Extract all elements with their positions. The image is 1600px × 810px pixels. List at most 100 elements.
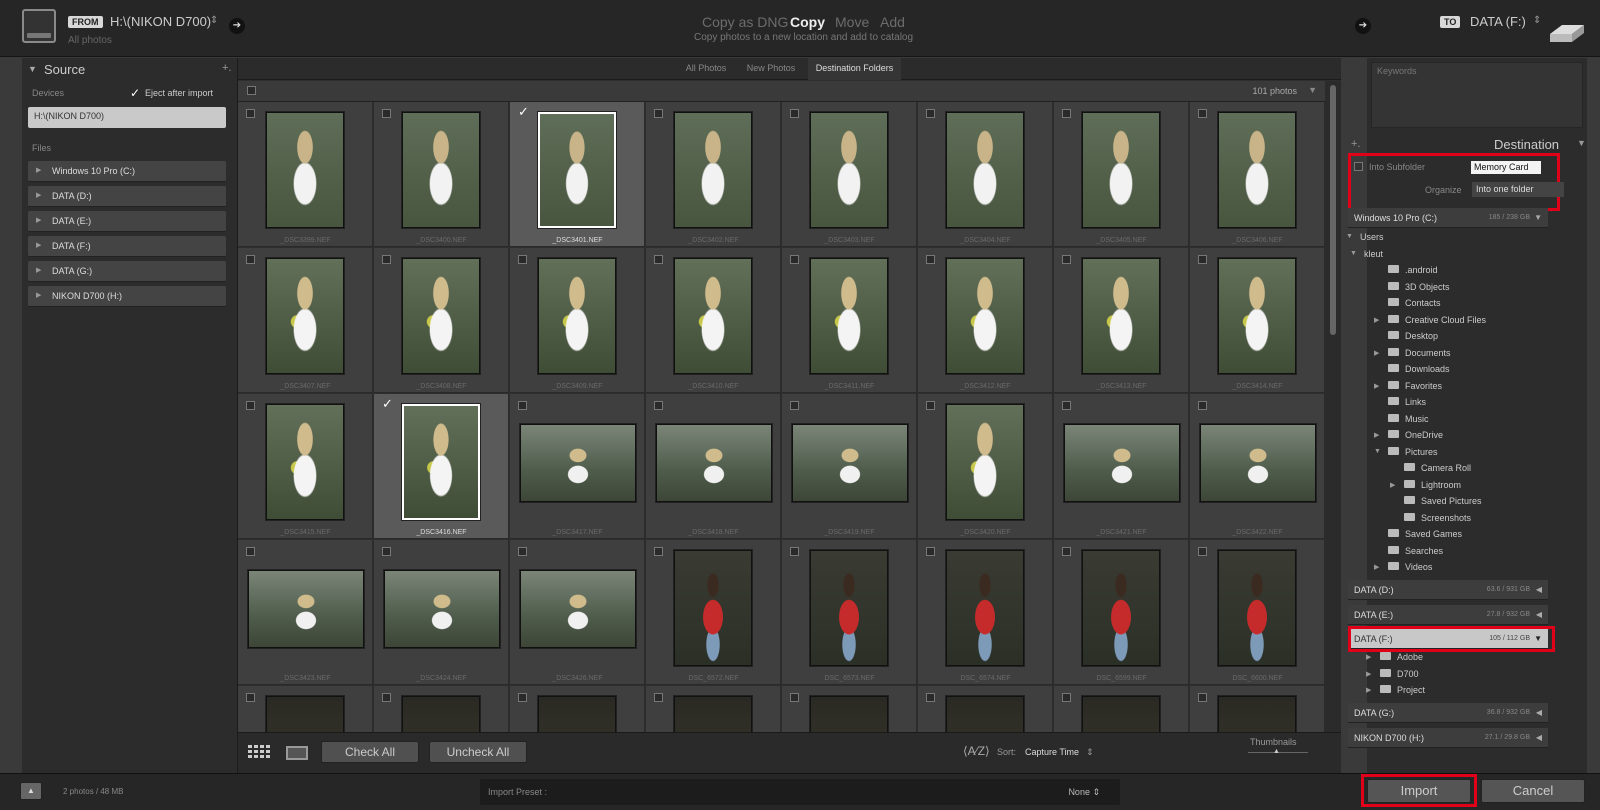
photo-checkbox[interactable]: [790, 693, 799, 702]
photo-thumbnail[interactable]: [656, 424, 772, 502]
cancel-button[interactable]: Cancel: [1481, 779, 1585, 803]
photo-cell[interactable]: _DSC3420.NEF: [918, 394, 1053, 539]
folder-tree-item[interactable]: Music: [1348, 413, 1548, 429]
photo-checkbox[interactable]: [518, 255, 527, 264]
photo-cell[interactable]: _DSC3415.NEF: [238, 394, 373, 539]
tab-destination-folders[interactable]: Destination Folders: [807, 58, 902, 80]
photo-checkbox[interactable]: [1062, 547, 1071, 556]
photo-thumbnail[interactable]: [402, 258, 480, 374]
photo-cell[interactable]: _DSC3419.NEF: [782, 394, 917, 539]
photo-thumbnail[interactable]: [402, 696, 480, 732]
photo-cell[interactable]: _DSC3418.NEF: [646, 394, 781, 539]
photo-cell[interactable]: _DSC3408.NEF: [374, 248, 509, 393]
photo-thumbnail[interactable]: [520, 570, 636, 648]
photo-cell[interactable]: _DSC3421.NEF: [1054, 394, 1189, 539]
photo-cell[interactable]: [510, 686, 645, 732]
photo-checkbox[interactable]: [382, 547, 391, 556]
photo-cell[interactable]: [918, 686, 1053, 732]
photo-thumbnail[interactable]: [946, 550, 1024, 666]
check-all-button[interactable]: Check All: [321, 741, 419, 763]
photo-checkbox-checked[interactable]: ✓: [518, 104, 529, 120]
slider-handle[interactable]: ▲: [1273, 748, 1280, 755]
folder-tree-item[interactable]: Contacts: [1348, 297, 1548, 313]
photo-checkbox[interactable]: [790, 255, 799, 264]
collapse-triangle-icon[interactable]: ◀: [1536, 585, 1542, 594]
photo-checkbox[interactable]: [926, 109, 935, 118]
photo-checkbox[interactable]: [654, 255, 663, 264]
mode-copy[interactable]: Copy: [790, 14, 825, 30]
photo-thumbnail[interactable]: [402, 112, 480, 228]
photo-cell[interactable]: _DSC3411.NEF: [782, 248, 917, 393]
photo-thumbnail[interactable]: [520, 424, 636, 502]
photo-checkbox[interactable]: [1062, 401, 1071, 410]
photo-cell[interactable]: [374, 686, 509, 732]
photo-checkbox[interactable]: [654, 547, 663, 556]
source-selector[interactable]: H:\(NIKON D700): [110, 14, 211, 29]
tree-triangle-icon[interactable]: ▶: [1374, 431, 1379, 439]
photo-cell[interactable]: _DSC3405.NEF: [1054, 102, 1189, 247]
mode-add[interactable]: Add: [880, 14, 905, 30]
photo-cell[interactable]: ✓ _DSC3416.NEF: [374, 394, 509, 539]
folder-tree-item[interactable]: ▼ Users: [1346, 231, 1548, 247]
photo-cell[interactable]: _DSC3414.NEF: [1190, 248, 1325, 393]
photo-checkbox[interactable]: [1198, 401, 1207, 410]
tree-triangle-icon[interactable]: ▶: [1366, 653, 1371, 661]
photo-thumbnail[interactable]: [402, 404, 480, 520]
photo-cell[interactable]: _DSC3399.NEF: [238, 102, 373, 247]
photo-checkbox[interactable]: [246, 401, 255, 410]
photo-thumbnail[interactable]: [1218, 112, 1296, 228]
photo-checkbox[interactable]: [246, 255, 255, 264]
add-destination-button[interactable]: +.: [1351, 138, 1360, 150]
folder-tree-item[interactable]: ▶ Lightroom: [1348, 479, 1548, 495]
photo-cell[interactable]: _DSC3422.NEF: [1190, 394, 1325, 539]
source-dropdown-icon[interactable]: ⇕: [210, 15, 218, 26]
folder-tree-item[interactable]: ▶ Videos: [1348, 561, 1548, 577]
keywords-box[interactable]: Keywords: [1371, 62, 1583, 128]
into-subfolder-checkbox[interactable]: [1354, 162, 1363, 171]
destination-dropdown-icon[interactable]: ⇕: [1533, 15, 1541, 26]
tree-triangle-icon[interactable]: ▶: [1374, 563, 1379, 571]
photo-cell[interactable]: _DSC3400.NEF: [374, 102, 509, 247]
photo-cell[interactable]: ✓ _DSC3401.NEF: [510, 102, 645, 247]
tab-all-photos[interactable]: All Photos: [678, 58, 735, 80]
source-drive-f[interactable]: DATA (F:): [28, 236, 226, 257]
grid-scrollbar[interactable]: [1325, 81, 1341, 732]
photo-thumbnail[interactable]: [674, 112, 752, 228]
collapse-triangle-icon[interactable]: ◀: [1536, 610, 1542, 619]
tree-triangle-icon[interactable]: ▼: [1346, 233, 1353, 240]
folder-tree-item[interactable]: ▶ Project: [1348, 684, 1548, 700]
sort-az-icon[interactable]: ⟨A⁄Z⟩: [963, 744, 990, 758]
loupe-view-icon[interactable]: [286, 746, 308, 760]
photo-thumbnail[interactable]: [1200, 424, 1316, 502]
photo-thumbnail[interactable]: [810, 696, 888, 732]
photo-cell[interactable]: _DSC3402.NEF: [646, 102, 781, 247]
photo-thumbnail[interactable]: [946, 258, 1024, 374]
collapse-triangle-icon[interactable]: ▼: [1577, 138, 1586, 148]
photo-thumbnail[interactable]: [674, 550, 752, 666]
photo-thumbnail[interactable]: [1064, 424, 1180, 502]
collapse-triangle-icon[interactable]: ◀: [1536, 708, 1542, 717]
folder-tree-item[interactable]: ▼ Pictures: [1348, 446, 1548, 462]
photo-checkbox[interactable]: [246, 547, 255, 556]
photo-checkbox[interactable]: [1198, 693, 1207, 702]
photo-thumbnail[interactable]: [266, 258, 344, 374]
photo-thumbnail[interactable]: [538, 696, 616, 732]
photo-thumbnail[interactable]: [538, 258, 616, 374]
photo-cell[interactable]: _DSC3412.NEF: [918, 248, 1053, 393]
photo-cell[interactable]: _DSC3406.NEF: [1190, 102, 1325, 247]
photo-thumbnail[interactable]: [1082, 550, 1160, 666]
photo-thumbnail[interactable]: [266, 696, 344, 732]
photo-thumbnail[interactable]: [1218, 696, 1296, 732]
folder-tree-item[interactable]: ▶ Adobe: [1348, 651, 1548, 667]
destination-selector[interactable]: DATA (F:): [1470, 14, 1526, 29]
folder-tree-item[interactable]: Desktop: [1348, 330, 1548, 346]
photo-cell[interactable]: DSC_6574.NEF: [918, 540, 1053, 685]
photo-checkbox[interactable]: [1198, 547, 1207, 556]
photo-thumbnail[interactable]: [810, 258, 888, 374]
photo-thumbnail[interactable]: [674, 696, 752, 732]
subfolder-name-input[interactable]: Memory Card: [1471, 161, 1541, 174]
grid-menu-icon[interactable]: ▼: [1308, 85, 1317, 95]
photo-checkbox[interactable]: [518, 401, 527, 410]
folder-tree-item[interactable]: 3D Objects: [1348, 281, 1548, 297]
folder-tree-item[interactable]: .android: [1348, 264, 1548, 280]
